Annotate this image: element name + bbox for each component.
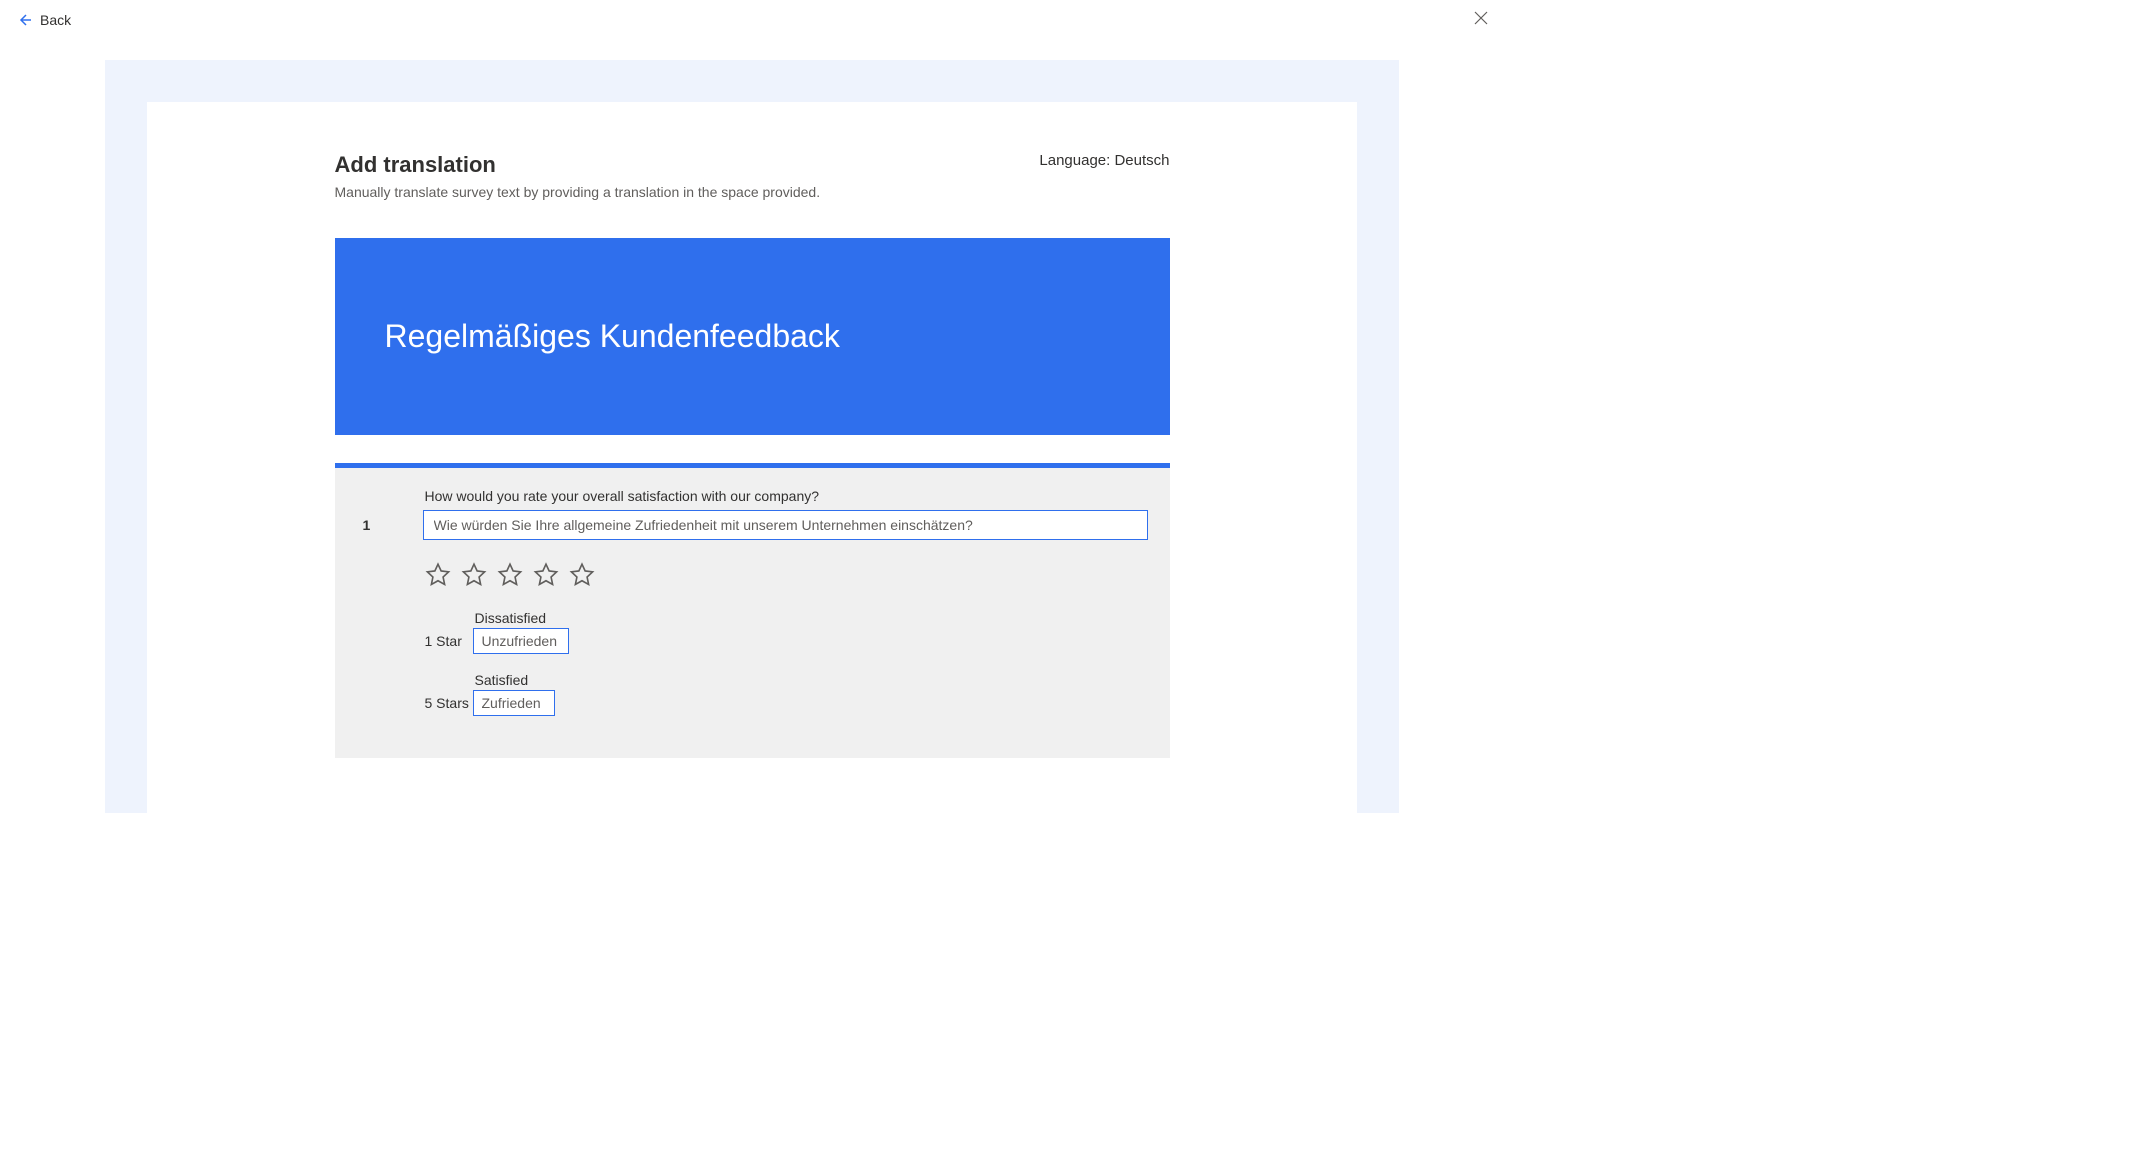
star-rating: [357, 562, 1148, 588]
rating-labels: Dissatisfied 1 Star Satisfied 5 Stars: [357, 610, 1148, 716]
question-translation-input[interactable]: [423, 510, 1148, 540]
survey-title-text: Regelmäßiges Kundenfeedback: [385, 318, 840, 354]
star-icon[interactable]: [569, 562, 595, 588]
page-subtitle: Manually translate survey text by provid…: [335, 184, 821, 200]
rating-high-key: 5 Stars: [425, 695, 473, 711]
back-button[interactable]: Back: [10, 8, 77, 32]
star-icon[interactable]: [425, 562, 451, 588]
content: Add translation Manually translate surve…: [335, 152, 1170, 758]
star-icon[interactable]: [497, 562, 523, 588]
rating-label-low: Dissatisfied 1 Star: [425, 610, 1148, 654]
rating-label-high: Satisfied 5 Stars: [425, 672, 1148, 716]
rating-high-translation-input[interactable]: [473, 690, 555, 716]
survey-title-banner[interactable]: Regelmäßiges Kundenfeedback: [335, 238, 1170, 435]
topbar: Back: [0, 0, 1504, 40]
star-icon[interactable]: [533, 562, 559, 588]
close-icon: [1474, 11, 1488, 25]
close-button[interactable]: [1468, 5, 1494, 36]
question-number: 1: [357, 517, 383, 533]
header-left: Add translation Manually translate surve…: [335, 152, 821, 200]
back-label: Back: [40, 12, 71, 28]
rating-low-row: 1 Star: [425, 628, 1148, 654]
page-title: Add translation: [335, 152, 821, 178]
rating-low-source: Dissatisfied: [425, 610, 1148, 626]
arrow-left-icon: [16, 12, 32, 28]
header-row: Add translation Manually translate surve…: [335, 152, 1170, 200]
rating-high-row: 5 Stars: [425, 690, 1148, 716]
question-row: 1: [357, 510, 1148, 540]
rating-low-translation-input[interactable]: [473, 628, 569, 654]
language-label: Language: Deutsch: [1039, 152, 1169, 169]
rating-low-key: 1 Star: [425, 633, 473, 649]
rating-high-source: Satisfied: [425, 672, 1148, 688]
star-icon[interactable]: [461, 562, 487, 588]
question-section: How would you rate your overall satisfac…: [335, 463, 1170, 758]
panel: Add translation Manually translate surve…: [147, 102, 1357, 813]
question-source-text: How would you rate your overall satisfac…: [357, 488, 1148, 504]
outer-wrap: Add translation Manually translate surve…: [105, 60, 1399, 813]
question-section-inner: How would you rate your overall satisfac…: [335, 468, 1170, 758]
